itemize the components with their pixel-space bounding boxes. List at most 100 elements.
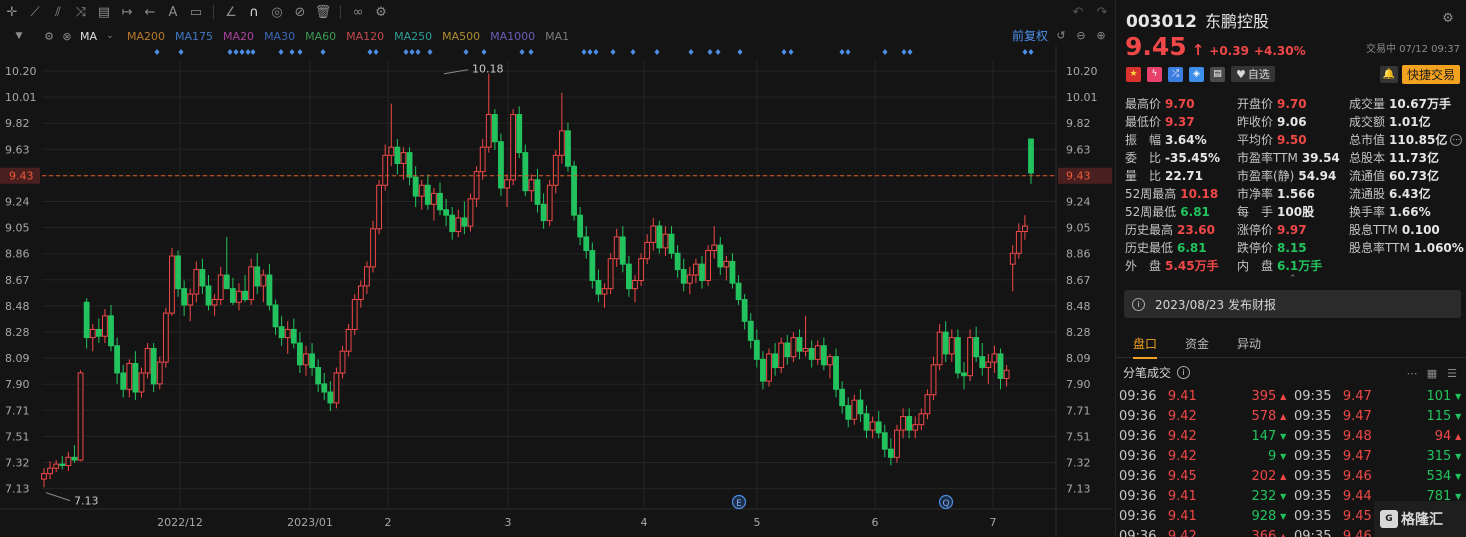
tick-row: 09:36 9.42 578 ▲ 09:35 9.47 115 ▼ (1119, 407, 1465, 427)
fib-icon[interactable]: ▤ (94, 2, 114, 22)
stat-label: 总股本 (1349, 151, 1386, 165)
stat-value: 11.73亿 (1389, 151, 1439, 165)
candle-body (802, 347, 809, 352)
tick-time: 09:36 (1119, 389, 1157, 404)
note-icon[interactable]: ▤ (1210, 66, 1225, 82)
arrow-down-icon: ▼ (1455, 412, 1462, 421)
stat-cell: 历史最低 6.81 (1125, 239, 1207, 257)
tick-volume: 101 (1426, 389, 1452, 404)
stat-cell: 52周最高 10.18 (1125, 185, 1218, 203)
ma-item[interactable]: MA120 (346, 30, 384, 43)
y-tick-label-right: 7.71 (1066, 404, 1091, 417)
stat-label: 每 手 (1237, 205, 1274, 219)
flash-icon[interactable]: ϟ (1147, 66, 1162, 82)
measure-icon[interactable]: ↦ (117, 2, 137, 22)
tab-orderbook[interactable]: 盘口 (1133, 330, 1158, 359)
zoom-in-icon[interactable]: ⊕ (1092, 26, 1110, 44)
tick-price: 9.41 (1167, 509, 1197, 524)
candle-body (284, 328, 291, 339)
candle-body (766, 353, 772, 382)
grid-icon[interactable]: ▦ (1424, 365, 1440, 381)
ma-item[interactable]: MA30 (264, 30, 295, 43)
stat-label: 平均价 (1237, 133, 1274, 147)
kline-chart[interactable]: 10.20 10.20 10.01 10.01 9.82 9.82 9.63 9.63 9.43… (0, 46, 1112, 537)
bell-icon[interactable]: 🔔 (1380, 66, 1398, 83)
tick-price: 9.42 (1167, 449, 1197, 464)
ma-label[interactable]: MA (80, 30, 97, 43)
candle-body (662, 233, 669, 249)
stat-value: 9.97 (1277, 223, 1307, 237)
redo-icon[interactable]: ↷ (1092, 2, 1112, 22)
earnings-notice[interactable]: i 2023/08/23 发布财报 (1124, 290, 1461, 318)
ma-item[interactable]: MA20 (223, 30, 254, 43)
magnet-icon[interactable]: ∩ (244, 2, 264, 22)
candle-body (443, 209, 450, 216)
candle-body (254, 266, 261, 287)
shuffle-icon[interactable]: ⤮ (1168, 66, 1183, 82)
link-icon[interactable]: ∞ (348, 2, 368, 22)
tag-icon[interactable]: ◈ (1189, 66, 1204, 82)
x-tick-label: 5 (754, 516, 761, 529)
ma-item[interactable]: MA200 (127, 30, 165, 43)
tick-row: 09:36 9.42 9 ▼ 09:35 9.47 315 ▼ (1119, 447, 1465, 467)
arrow-icon[interactable]: ← (140, 2, 160, 22)
list-icon[interactable]: ☰ (1444, 365, 1460, 381)
ma-item[interactable]: MA250 (394, 30, 432, 43)
ma-item[interactable]: MA1000 (490, 30, 535, 43)
stat-cell: 跌停价 8.15 (1237, 239, 1307, 257)
quick-trade-button[interactable]: 快捷交易 (1401, 65, 1460, 84)
trash-icon[interactable]: 🗑 (313, 2, 333, 22)
ma-item[interactable]: MA1 (545, 30, 569, 43)
tab-movement[interactable]: 异动 (1237, 335, 1261, 352)
ruler-icon[interactable]: ∠ (221, 2, 241, 22)
ma-item[interactable]: MA500 (442, 30, 480, 43)
chart-background (0, 46, 1112, 537)
candle-body (424, 184, 431, 205)
candle-body (65, 456, 72, 466)
tick-price: 9.42 (1167, 429, 1197, 444)
candle-body (613, 236, 620, 260)
x-tick-label: 7 (990, 516, 997, 529)
add-watchlist-button[interactable]: ♥ 自选 (1231, 66, 1275, 82)
stat-label: 涨停价 (1237, 223, 1274, 237)
x-tick-label: 6 (872, 516, 879, 529)
ma-indicator-bar: ▼ ⚙ ⊗ MA ⌄ MA200 MA175 MA20 MA30 MA60 MA120 MA… (0, 26, 1112, 46)
undo-icon[interactable]: ↶ (1068, 2, 1088, 22)
text-icon[interactable]: A (163, 2, 183, 22)
stat-label: 流通值 (1349, 169, 1386, 183)
more-icon[interactable]: ⋯ (1404, 365, 1420, 381)
channel-icon[interactable]: ⫽ (48, 2, 68, 22)
stat-label: 市净率 (1237, 187, 1274, 201)
collapse-icon[interactable]: ▼ (10, 27, 28, 45)
tick-time: 09:35 (1294, 389, 1332, 404)
zoom-out-icon[interactable]: ⊖ (1072, 26, 1090, 44)
ma-item[interactable]: MA175 (175, 30, 213, 43)
stat-label: 量 比 (1125, 169, 1162, 183)
ticks-controls: ⋯ ▦ ☰ (1404, 365, 1460, 381)
eye-icon[interactable]: ◎ (267, 2, 287, 22)
panel-settings-icon[interactable]: ⚙ (1438, 8, 1458, 28)
chevron-down-icon[interactable]: ⌄ (101, 27, 119, 45)
close-icon[interactable]: ⊗ (58, 27, 76, 45)
gear-icon[interactable]: ⚙ (40, 27, 58, 45)
caret-up-icon[interactable]: ⌃ (1289, 274, 1297, 284)
event-marker-label: Q (942, 499, 949, 509)
comment-icon[interactable]: ▭ (186, 2, 206, 22)
candle-body (455, 217, 462, 233)
stat-cell: 外 盘 5.45万手 (1125, 257, 1219, 275)
info-icon[interactable]: i (1177, 366, 1191, 379)
crosshair-icon[interactable]: ✛ (2, 2, 22, 22)
trend-line-icon[interactable]: ⟋ (25, 2, 45, 22)
hide-icon[interactable]: ⊘ (290, 2, 310, 22)
settings-icon[interactable]: ⚙ (371, 2, 391, 22)
candle-body (638, 258, 644, 281)
adjust-mode-label[interactable]: 前复权 (1012, 26, 1048, 46)
candle-body (839, 388, 846, 407)
tab-capital[interactable]: 资金 (1185, 335, 1209, 352)
reset-icon[interactable]: ↺ (1052, 26, 1070, 44)
stat-cell: 成交额 1.01亿 (1349, 113, 1431, 131)
pattern-icon[interactable]: ⤨ (71, 2, 91, 22)
more-icon[interactable]: ⋯ (1450, 134, 1463, 146)
tick-volume: 94 (1434, 429, 1452, 444)
ma-item[interactable]: MA60 (305, 30, 336, 43)
